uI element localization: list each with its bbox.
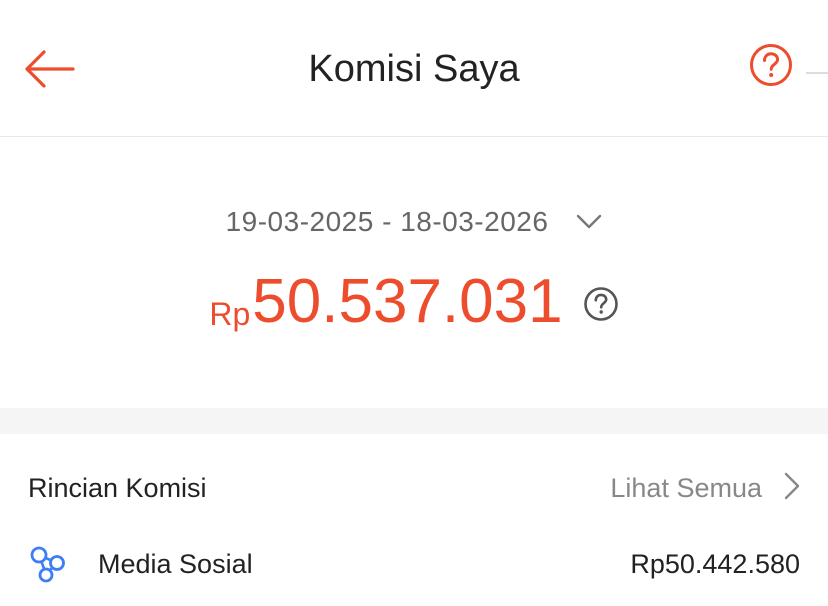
edge-divider (806, 72, 828, 74)
page-title: Komisi Saya (308, 48, 520, 90)
date-range-selector[interactable]: 19-03-2025 - 18-03-2026 (0, 206, 828, 238)
header-bar: Komisi Saya (0, 0, 828, 137)
commission-summary: 19-03-2025 - 18-03-2026 Rp 50.537.031 (0, 138, 828, 408)
commission-screen: Komisi Saya 19-03-2025 - 18-03-2026 Rp 5… (0, 0, 828, 606)
details-header: Rincian Komisi Lihat Semua (28, 468, 800, 508)
question-circle-icon (749, 43, 793, 92)
date-range-text: 19-03-2025 - 18-03-2026 (225, 206, 549, 237)
list-item-media-sosial[interactable]: Media Sosial Rp50.442.580 (28, 542, 800, 586)
amount-info-icon[interactable] (583, 286, 619, 322)
details-title: Rincian Komisi (28, 472, 207, 503)
help-button[interactable] (744, 40, 798, 94)
currency-prefix: Rp (209, 296, 251, 332)
chevron-right-icon (784, 472, 800, 505)
list-item-value: Rp50.442.580 (630, 548, 800, 579)
see-all-button[interactable]: Lihat Semua (610, 472, 800, 505)
see-all-label: Lihat Semua (610, 472, 762, 503)
total-commission: Rp 50.537.031 (0, 270, 828, 334)
commission-details: Rincian Komisi Lihat Semua Media Sosial … (0, 434, 828, 606)
chevron-down-icon (576, 214, 602, 230)
list-item-label: Media Sosial (98, 548, 253, 579)
total-amount: 50.537.031 (252, 267, 563, 336)
share-network-icon (28, 542, 74, 586)
section-separator (0, 408, 828, 434)
